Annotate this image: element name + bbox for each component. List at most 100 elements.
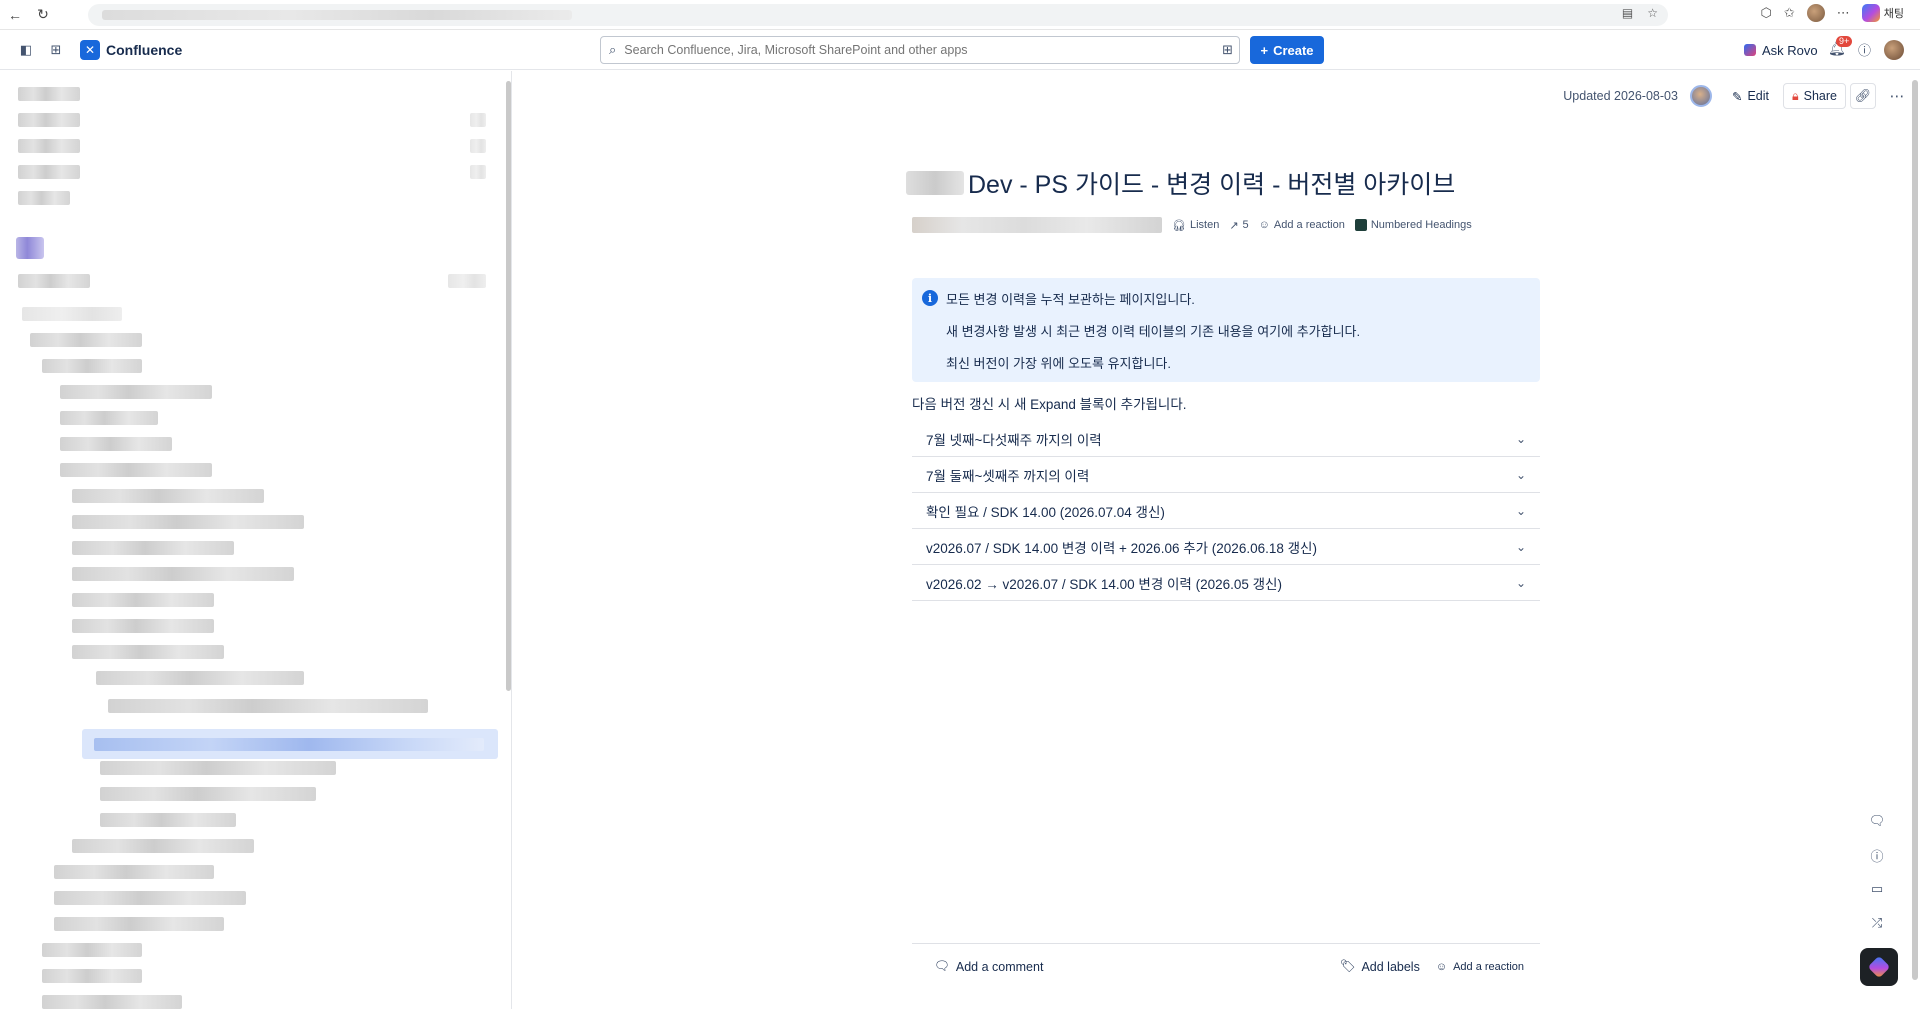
- menu-dots-icon[interactable]: ⋯: [1837, 5, 1850, 21]
- chevron-down-icon[interactable]: ⌄: [1516, 540, 1526, 554]
- info-panel: i 모든 변경 이력을 누적 보관하는 페이지입니다. 새 변경사항 발생 시 …: [912, 278, 1540, 382]
- tree-item[interactable]: [72, 567, 294, 581]
- reload-icon[interactable]: ↻: [30, 2, 56, 28]
- add-labels-button[interactable]: 🏷︎ Add labels: [1340, 959, 1420, 974]
- numbered-headings-button[interactable]: Numbered Headings: [1354, 219, 1472, 231]
- tree-item[interactable]: [72, 515, 304, 529]
- tree-item[interactable]: [108, 699, 428, 713]
- ask-rovo-button[interactable]: Ask Rovo: [1736, 36, 1826, 64]
- emoji-add-icon: ☺: [1258, 219, 1270, 231]
- bookmark-star-icon[interactable]: ☆: [1647, 6, 1658, 20]
- share-label: Share: [1803, 89, 1837, 103]
- tree-item[interactable]: [42, 359, 142, 373]
- app-switcher-icon[interactable]: ⊞: [46, 40, 66, 60]
- tree-item-action[interactable]: [448, 274, 486, 288]
- tree-item[interactable]: [72, 593, 214, 607]
- listen-button[interactable]: 🎧︎ Listen: [1172, 219, 1219, 232]
- tree-item[interactable]: [18, 165, 80, 179]
- tree-item-action[interactable]: [470, 165, 486, 179]
- back-icon[interactable]: ←: [2, 2, 28, 28]
- page-scrollbar[interactable]: [1912, 80, 1918, 980]
- tree-item[interactable]: [100, 787, 316, 801]
- tree-item-action[interactable]: [470, 139, 486, 153]
- create-button[interactable]: + Create: [1250, 36, 1324, 64]
- tree-item[interactable]: [18, 113, 80, 127]
- tree-item[interactable]: [18, 139, 80, 153]
- page-emoji-blurred: [906, 171, 964, 195]
- tree-item[interactable]: [72, 619, 214, 633]
- tree-item[interactable]: [100, 761, 336, 775]
- tree-item[interactable]: [18, 191, 70, 205]
- rovo-chat-button[interactable]: [1860, 948, 1898, 986]
- comments-icon[interactable]: 🗨︎: [1866, 810, 1888, 832]
- chevron-down-icon[interactable]: ⌄: [1516, 504, 1526, 518]
- contributor-avatar[interactable]: [1689, 85, 1712, 107]
- profile-avatar[interactable]: [1806, 4, 1825, 22]
- expand-title: v2026.07 / SDK 14.00 변경 이력 + 2026.06 추가 …: [926, 540, 1317, 556]
- tree-item[interactable]: [42, 969, 142, 983]
- tree-item[interactable]: [54, 865, 214, 879]
- search-box[interactable]: ⌕ ⊞: [600, 36, 1240, 64]
- expand-title: v2026.02 → v2026.07 / SDK 14.00 변경 이력 (2…: [926, 576, 1282, 592]
- browser-toolbar: ← ↻ ▤ ☆ ⬡ ✩ ⋯ 채팅: [0, 0, 1920, 30]
- extension-icon[interactable]: ⬡: [1760, 5, 1771, 21]
- shuffle-icon[interactable]: ⤮: [1866, 912, 1888, 934]
- chevron-down-icon[interactable]: ⌄: [1516, 468, 1526, 482]
- expand-block[interactable]: v2026.07 / SDK 14.00 변경 이력 + 2026.06 추가 …: [912, 529, 1540, 565]
- sidebar-scrollbar[interactable]: [506, 81, 511, 691]
- tree-item[interactable]: [72, 541, 234, 555]
- add-comment-button[interactable]: 🗨︎ Add a comment: [934, 959, 1043, 974]
- tree-item[interactable]: [30, 333, 142, 347]
- tree-item[interactable]: [18, 87, 80, 101]
- tree-item[interactable]: [96, 671, 304, 685]
- tree-item[interactable]: [54, 917, 224, 931]
- info-icon: i: [922, 290, 938, 306]
- address-bar[interactable]: [88, 4, 1668, 26]
- share-button[interactable]: 🔒︎ Share: [1782, 83, 1846, 109]
- tree-item[interactable]: [60, 411, 158, 425]
- tree-item[interactable]: [22, 307, 122, 321]
- edit-button[interactable]: ✎ Edit: [1724, 83, 1777, 109]
- details-info-icon[interactable]: ⓘ: [1866, 844, 1888, 866]
- tree-item[interactable]: [60, 385, 212, 399]
- user-avatar[interactable]: [1884, 40, 1904, 60]
- favorites-icon[interactable]: ✩: [1784, 5, 1795, 21]
- add-reaction-button[interactable]: ☺ Add a reaction: [1259, 219, 1345, 231]
- expand-block[interactable]: 확인 필요 / SDK 14.00 (2026.07.04 갱신) ⌄: [912, 493, 1540, 529]
- tree-item[interactable]: [72, 839, 254, 853]
- chevron-down-icon[interactable]: ⌄: [1516, 432, 1526, 446]
- footer-add-reaction-button[interactable]: ☺ Add a reaction: [1436, 959, 1524, 974]
- tree-item[interactable]: [100, 813, 236, 827]
- tree-item-action[interactable]: [470, 113, 486, 127]
- numbered-headings-icon: [1354, 219, 1367, 231]
- search-apps-icon[interactable]: ⊞: [1222, 42, 1233, 58]
- video-icon[interactable]: ▭: [1866, 878, 1888, 900]
- expand-block[interactable]: 7월 둘째~셋째주 까지의 이력 ⌄: [912, 457, 1540, 493]
- expand-title: 7월 넷째~다섯째주 까지의 이력: [926, 432, 1102, 448]
- help-icon[interactable]: ⓘ: [1858, 40, 1871, 59]
- copy-link-icon[interactable]: 🔗︎: [1850, 83, 1876, 109]
- confluence-logo[interactable]: ✕ Confluence: [80, 40, 182, 60]
- tree-item[interactable]: [18, 274, 90, 288]
- expand-block[interactable]: v2026.02 → v2026.07 / SDK 14.00 변경 이력 (2…: [912, 565, 1540, 601]
- tree-item[interactable]: [72, 489, 264, 503]
- tree-item[interactable]: [72, 645, 224, 659]
- space-avatar[interactable]: [16, 237, 44, 259]
- expand-list: 7월 넷째~다섯째주 까지의 이력 ⌄ 7월 둘째~셋째주 까지의 이력 ⌄ 확…: [912, 421, 1540, 601]
- expand-block[interactable]: 7월 넷째~다섯째주 까지의 이력 ⌄: [912, 421, 1540, 457]
- rovo-icon: [1744, 44, 1756, 56]
- more-actions-icon[interactable]: ⋯: [1882, 83, 1912, 109]
- tree-item[interactable]: [42, 995, 182, 1009]
- search-input[interactable]: [624, 43, 1239, 57]
- sidebar-toggle-icon[interactable]: ◧: [16, 40, 36, 60]
- tree-item-selected[interactable]: [82, 729, 498, 759]
- page-content-area: Updated 2026-08-03 ✎ Edit 🔒︎ Share 🔗︎ ⋯ …: [514, 71, 1920, 1009]
- reader-icon[interactable]: ▤: [1622, 6, 1633, 20]
- page-views[interactable]: ↗ 5: [1229, 219, 1248, 232]
- tree-item[interactable]: [42, 943, 142, 957]
- tree-item[interactable]: [60, 437, 172, 451]
- chat-button[interactable]: 채팅: [1861, 4, 1904, 22]
- tree-item[interactable]: [54, 891, 246, 905]
- tree-item[interactable]: [60, 463, 212, 477]
- chevron-down-icon[interactable]: ⌄: [1516, 576, 1526, 590]
